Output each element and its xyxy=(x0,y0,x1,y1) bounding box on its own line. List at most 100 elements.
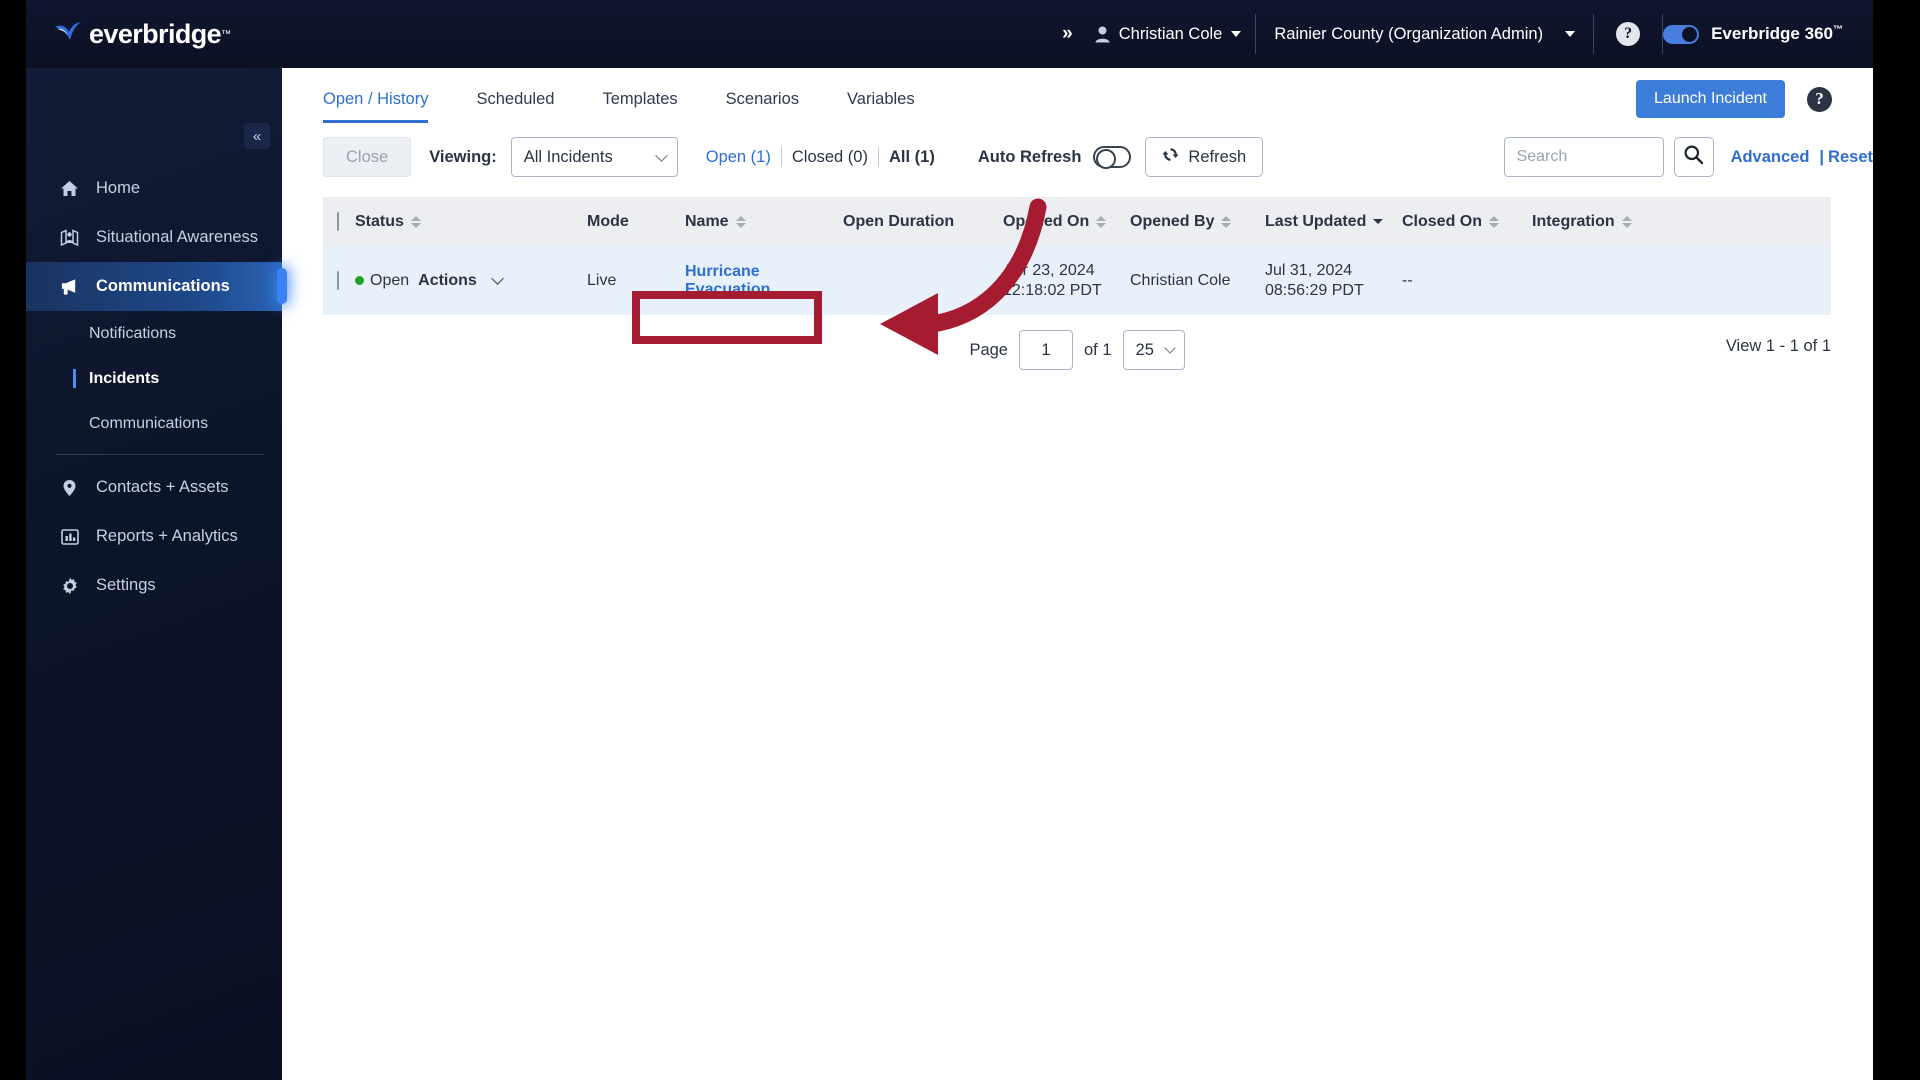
sidebar-item-communications-sub[interactable]: Communications xyxy=(26,401,282,446)
tab-bar-actions: Launch Incident ? xyxy=(1636,80,1832,118)
row-checkbox[interactable] xyxy=(337,270,339,290)
refresh-button[interactable]: Refresh xyxy=(1145,137,1264,177)
row-actions-label[interactable]: Actions xyxy=(418,272,477,290)
organization-name-label: Rainier County (Organization Admin) xyxy=(1274,24,1544,43)
home-icon xyxy=(60,180,79,197)
tab-label-scheduled: Scheduled xyxy=(476,90,555,108)
sidebar-item-notifications[interactable]: Notifications xyxy=(26,311,282,356)
search-area: Advanced | Reset xyxy=(1503,137,1873,177)
th-integration[interactable]: Integration xyxy=(1532,197,1831,246)
org-chevron-down-icon xyxy=(1565,31,1576,37)
th-label-last-updated: Last Updated xyxy=(1265,212,1367,230)
tab-scenarios[interactable]: Scenarios xyxy=(702,90,823,123)
table-row[interactable]: Open Actions Live Hurricane Evacuation A… xyxy=(323,246,1831,315)
everbridge-logo[interactable]: everbridge ™ xyxy=(53,14,231,54)
auto-refresh-control: Auto Refresh xyxy=(978,146,1132,169)
sort-icon-opened-on[interactable] xyxy=(1096,215,1107,228)
everbridge-360-toggle[interactable]: Everbridge 360™ xyxy=(1663,24,1873,44)
th-opened-by[interactable]: Opened By xyxy=(1130,197,1265,246)
eb360-number: 360 xyxy=(1804,24,1833,43)
page-help-icon[interactable]: ? xyxy=(1807,86,1832,112)
launch-incident-button[interactable]: Launch Incident xyxy=(1636,80,1785,118)
select-all-checkbox[interactable] xyxy=(337,211,339,231)
tab-variables[interactable]: Variables xyxy=(823,90,939,123)
viewing-label: Viewing: xyxy=(429,147,497,166)
tab-label-open-history: Open / History xyxy=(323,90,429,108)
viewing-select[interactable]: All Incidents xyxy=(510,137,678,177)
sidebar-label-situational-awareness: Situational Awareness xyxy=(96,228,259,246)
everbridge-360-switch[interactable] xyxy=(1663,24,1700,44)
sort-icon-last-updated[interactable] xyxy=(1373,219,1384,224)
close-button[interactable]: Close xyxy=(323,137,412,177)
tab-label-templates: Templates xyxy=(602,90,678,108)
sidebar-item-settings[interactable]: Settings xyxy=(26,561,282,610)
sidebar-item-communications[interactable]: Communications xyxy=(26,262,287,311)
th-status[interactable]: Status xyxy=(355,197,587,246)
filter-open[interactable]: Open (1) xyxy=(696,148,781,167)
table-head: Status Mode Name Open Duration Opened On… xyxy=(323,197,1831,246)
status-filters: Open (1) Closed (0) All (1) xyxy=(696,147,945,167)
tab-templates[interactable]: Templates xyxy=(578,90,701,123)
sort-icon-name[interactable] xyxy=(735,215,746,228)
th-label-opened-on: Opened On xyxy=(1003,212,1090,230)
incidents-table-wrapper: Status Mode Name Open Duration Opened On… xyxy=(323,197,1831,315)
incident-name-link[interactable]: Hurricane Evacuation xyxy=(685,263,770,298)
advanced-search-link[interactable]: Advanced xyxy=(1731,148,1810,167)
user-chevron-down-icon xyxy=(1231,31,1242,37)
table-header-row: Status Mode Name Open Duration Opened On… xyxy=(323,197,1831,246)
filter-closed[interactable]: Closed (0) xyxy=(782,148,878,167)
search-icon xyxy=(1683,144,1704,170)
tab-open-history[interactable]: Open / History xyxy=(323,90,452,123)
viewing-select-value: All Incidents xyxy=(523,147,613,166)
sidebar: « Home Situational Awareness Communicati… xyxy=(26,68,287,1080)
sidebar-divider xyxy=(56,454,264,455)
sidebar-item-incidents[interactable]: Incidents xyxy=(26,356,282,401)
cell-row-select xyxy=(323,246,355,315)
status-label: Open xyxy=(370,271,410,289)
th-name[interactable]: Name xyxy=(685,197,843,246)
user-menu[interactable]: Christian Cole xyxy=(1089,25,1256,44)
auto-refresh-toggle[interactable] xyxy=(1093,146,1132,169)
main-content: Open / History Scheduled Templates Scena… xyxy=(282,68,1873,1080)
sidebar-label-settings: Settings xyxy=(96,576,156,594)
cell-opened-by: Christian Cole xyxy=(1130,246,1265,315)
sort-icon-status[interactable] xyxy=(410,215,421,228)
expand-chevrons-icon[interactable]: » xyxy=(1044,23,1089,45)
sidebar-item-situational-awareness[interactable]: Situational Awareness xyxy=(26,213,282,262)
filter-all[interactable]: All (1) xyxy=(879,148,945,167)
sidebar-collapse-button[interactable]: « xyxy=(244,123,270,149)
page-size-select[interactable]: 25 xyxy=(1122,330,1185,370)
search-button[interactable] xyxy=(1673,137,1714,177)
organization-selector[interactable]: Rainier County (Organization Admin) xyxy=(1256,25,1593,44)
cell-mode: Live xyxy=(587,246,685,315)
logo-wordmark: everbridge xyxy=(89,18,222,49)
cell-status: Open Actions xyxy=(355,246,587,315)
right-gutter xyxy=(1873,0,1920,1080)
sidebar-label-contacts-assets: Contacts + Assets xyxy=(96,478,229,496)
sort-icon-opened-by[interactable] xyxy=(1221,215,1232,228)
sort-icon-integration[interactable] xyxy=(1621,215,1632,228)
header-divider-2 xyxy=(1593,14,1595,54)
everbridge-360-label: Everbridge 360™ xyxy=(1711,24,1843,44)
sidebar-item-contacts-assets[interactable]: Contacts + Assets xyxy=(26,463,282,512)
th-open-duration: Open Duration xyxy=(843,197,1003,246)
help-icon[interactable]: ? xyxy=(1616,22,1641,46)
sidebar-item-reports-analytics[interactable]: Reports + Analytics xyxy=(26,512,282,561)
chevron-down-icon xyxy=(654,149,668,162)
th-closed-on[interactable]: Closed On xyxy=(1402,197,1532,246)
search-input[interactable] xyxy=(1503,137,1664,177)
logo-trademark: ™ xyxy=(221,28,232,40)
th-last-updated[interactable]: Last Updated xyxy=(1265,197,1402,246)
page-label: Page xyxy=(969,340,1008,359)
reset-link[interactable]: Reset xyxy=(1828,148,1873,167)
tab-scheduled[interactable]: Scheduled xyxy=(452,90,578,123)
page-number-input[interactable] xyxy=(1019,330,1073,370)
sidebar-label-reports-analytics: Reports + Analytics xyxy=(96,527,238,545)
sort-icon-closed-on[interactable] xyxy=(1489,215,1500,228)
cell-opened-on: Apr 23, 2024 12:18:02 PDT xyxy=(1003,246,1130,315)
th-mode: Mode xyxy=(587,197,685,246)
row-actions-chevron-down-icon[interactable] xyxy=(490,272,504,285)
th-opened-on[interactable]: Opened On xyxy=(1003,197,1130,246)
sidebar-item-home[interactable]: Home xyxy=(26,164,282,213)
cell-closed-on: -- xyxy=(1402,246,1532,315)
